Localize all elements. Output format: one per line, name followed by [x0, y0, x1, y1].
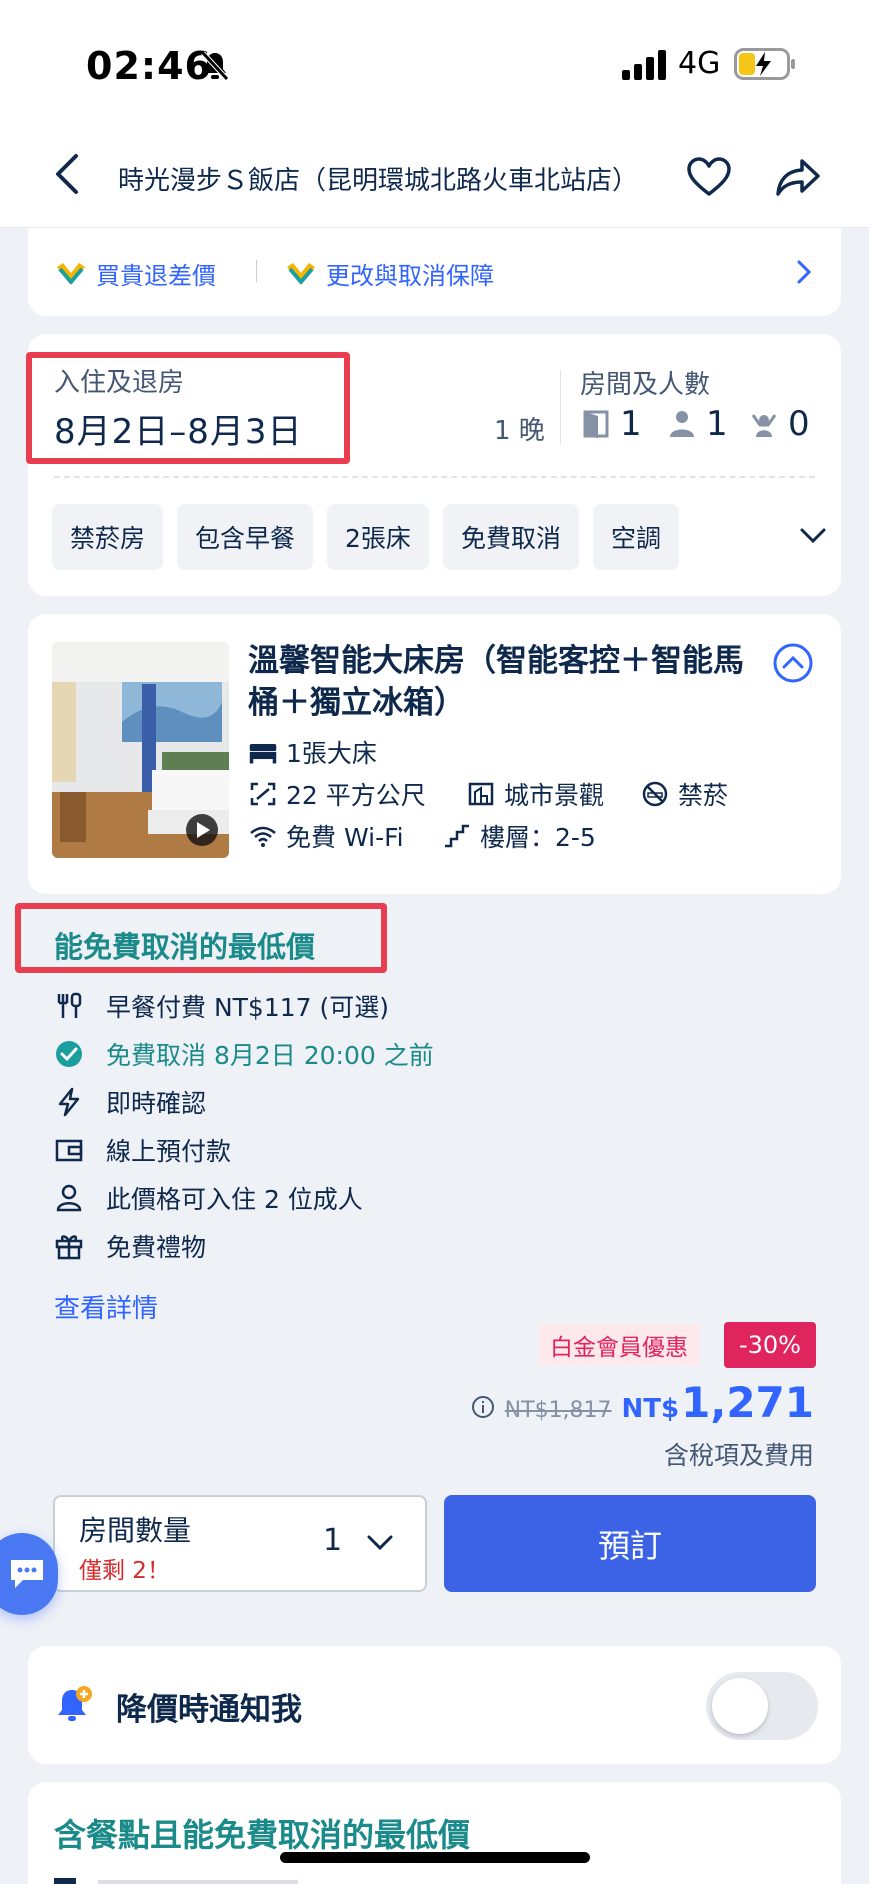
original-price: NT$1,817: [504, 1398, 612, 1423]
network-type: 4G: [678, 46, 721, 81]
price-alert-toggle[interactable]: [706, 1672, 818, 1740]
home-indicator[interactable]: [280, 1852, 590, 1863]
room-name[interactable]: 溫馨智能大床房（智能客控＋智能馬桶＋獨立冰箱）: [248, 640, 748, 724]
book-button[interactable]: 預訂: [444, 1495, 816, 1592]
room-card: 溫馨智能大床房（智能客控＋智能馬桶＋獨立冰箱） 1張大床 22 平方公尺 城市景…: [28, 614, 841, 894]
filter-chip[interactable]: 包含早餐: [177, 504, 314, 570]
room-quantity-selector[interactable]: 房間數量 僅剩 2！ 1: [53, 1495, 427, 1592]
room-smoking: 禁菸: [640, 776, 728, 812]
child-icon: [751, 414, 777, 437]
tax-note: 含稅項及費用: [663, 1441, 814, 1470]
perk-gift: 免費禮物: [54, 1228, 206, 1264]
rooms-remaining: 僅剩 2！: [79, 1558, 170, 1584]
rooms-guests-label[interactable]: 房間及人數: [580, 364, 710, 401]
guarantee-cancel: 更改與取消保障: [284, 256, 494, 291]
filter-chip[interactable]: 免費取消: [442, 504, 579, 570]
price-currency: NT$: [621, 1394, 680, 1424]
shield-check-icon: [287, 262, 315, 285]
chevron-right-icon[interactable]: [795, 258, 813, 286]
filter-chips: 禁菸房 包含早餐 2張床 免費取消 空調: [52, 504, 693, 570]
divider: [54, 476, 815, 478]
next-rate-heading: 含餐點且能免費取消的最低價: [54, 1816, 471, 1854]
quantity-label: 房間數量: [79, 1514, 192, 1547]
collapse-chevron-up-icon[interactable]: [772, 642, 814, 684]
wallet-icon: [55, 1139, 83, 1162]
view-details-link[interactable]: 查看詳情: [54, 1288, 158, 1325]
status-bar: 02:46 4G: [0, 0, 869, 120]
guarantee-label: 買貴退差價: [96, 262, 216, 290]
highlight-box: [15, 903, 387, 973]
perk-breakfast: 早餐付費 NT$117 (可選): [54, 988, 389, 1024]
filter-chip[interactable]: 空調: [592, 504, 679, 570]
cutlery-icon: [57, 992, 82, 1018]
room-size: 22 平方公尺: [248, 776, 426, 812]
door-icon: [583, 410, 609, 438]
gift-icon: [55, 1235, 83, 1260]
info-icon[interactable]: [471, 1395, 495, 1419]
battery-charging-icon: [734, 48, 795, 80]
wifi-icon: [250, 826, 276, 847]
adult-icon: [670, 411, 694, 437]
no-smoking-icon: [642, 781, 668, 807]
cutlery-icon: [54, 1878, 298, 1884]
chevron-down-icon: [367, 1535, 393, 1551]
stairs-icon: [445, 824, 469, 848]
current-price: 1,271: [681, 1378, 814, 1427]
check-circle-icon: [56, 1041, 82, 1067]
filter-chip[interactable]: 2張床: [327, 504, 429, 570]
nav-bar: 時光漫步Ｓ飯店（昆明環城北路火車北站店）: [0, 120, 869, 228]
nights-count: 1 晚: [494, 416, 545, 446]
city-view-icon: [468, 782, 494, 806]
perk-prepay: 線上預付款: [54, 1132, 231, 1168]
room-photo[interactable]: [52, 642, 229, 858]
chat-button[interactable]: [0, 1533, 58, 1615]
favorite-heart-icon[interactable]: [686, 156, 732, 198]
price-alert-card: 降價時通知我: [28, 1646, 841, 1764]
cellular-signal-icon: [622, 50, 666, 80]
filter-chip[interactable]: 禁菸房: [52, 504, 164, 570]
chat-icon: [11, 1560, 43, 1588]
hotel-title: 時光漫步Ｓ飯店（昆明環城北路火車北站店）: [118, 166, 638, 196]
room-floor: 樓層：2-5: [442, 818, 596, 854]
next-rate-card: 含餐點且能免費取消的最低價: [28, 1782, 841, 1884]
bell-muted-icon: [201, 51, 229, 81]
bed-icon: [249, 744, 277, 764]
rooms-count[interactable]: 1: [582, 404, 642, 444]
guarantee-label: 更改與取消保障: [326, 262, 494, 290]
member-badge: 白金會員優惠: [538, 1324, 700, 1366]
back-arrow-icon[interactable]: [48, 152, 88, 196]
bell-plus-icon: [58, 1686, 92, 1721]
area-icon: [250, 782, 276, 806]
perk-free-cancel: 免費取消 8月2日 20:00 之前: [54, 1036, 434, 1072]
lightning-icon: [58, 1087, 80, 1117]
room-wifi: 免費 Wi-Fi: [248, 818, 404, 854]
divider: [560, 370, 561, 444]
price-row: NT$1,817 NT$ 1,271: [471, 1378, 814, 1427]
share-icon[interactable]: [774, 156, 822, 198]
quantity-value: 1: [323, 1523, 343, 1558]
room-photo-illustration: [52, 642, 229, 858]
children-count[interactable]: 0: [750, 404, 810, 444]
discount-badge: -30%: [724, 1322, 816, 1368]
toggle-knob: [712, 1678, 768, 1734]
price-alert-label: 降價時通知我: [116, 1692, 302, 1728]
chevron-down-icon[interactable]: [798, 524, 828, 548]
stay-details-card: 入住及退房 8月2日–8月3日 1 晚 房間及人數 1 1 0 禁菸房 包含早餐…: [26, 334, 841, 596]
highlight-box: [26, 352, 350, 464]
divider: [256, 260, 257, 282]
guarantee-strip[interactable]: 買貴退差價 更改與取消保障: [28, 228, 841, 316]
guarantee-price-match: 買貴退差價: [54, 256, 216, 291]
room-bed: 1張大床: [248, 734, 377, 770]
perk-instant-confirm: 即時確認: [54, 1084, 206, 1120]
room-view: 城市景觀: [466, 776, 604, 812]
shield-check-icon: [57, 262, 85, 285]
status-time: 02:46: [86, 44, 212, 88]
perk-occupancy: 此價格可入住 2 位成人: [54, 1180, 363, 1216]
person-icon: [56, 1184, 82, 1212]
adults-count[interactable]: 1: [668, 404, 728, 444]
